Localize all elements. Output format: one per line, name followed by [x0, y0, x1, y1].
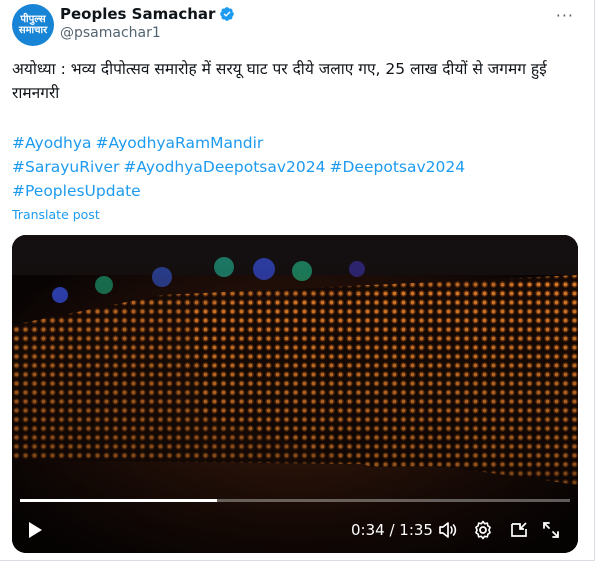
author-row: Peoples Samachar: [60, 5, 235, 23]
hashtag-link[interactable]: #AyodhyaRamMandir: [96, 134, 264, 152]
hashtags: #Ayodhya #AyodhyaRamMandir #SarayuRiver #A…: [12, 131, 572, 203]
avatar-text-bottom: समाचार: [18, 25, 48, 36]
volume-icon[interactable]: [437, 520, 457, 540]
hashtag-link[interactable]: #Ayodhya: [12, 134, 92, 152]
author-name[interactable]: Peoples Samachar: [60, 5, 215, 23]
video-controls: 0:34 / 1:35: [12, 507, 578, 553]
post-text: अयोध्या : भव्य दीपोत्सव समारोह में सरयू …: [12, 60, 547, 102]
fullscreen-exit-icon[interactable]: [509, 520, 529, 540]
video-frame-lamps: [12, 235, 578, 553]
expand-icon[interactable]: [541, 520, 561, 540]
post-card: पीपुल्स समाचार Peoples Samachar @psamach…: [0, 0, 595, 561]
video-time: 0:34 / 1:35: [351, 521, 433, 539]
video-player[interactable]: 0:34 / 1:35: [12, 235, 578, 553]
hashtag-link[interactable]: #AyodhyaDeepotsav2024: [123, 158, 325, 176]
translate-post-link[interactable]: Translate post: [12, 207, 100, 222]
hashtag-link[interactable]: #Deepotsav2024: [330, 158, 466, 176]
hashtag-link[interactable]: #PeoplesUpdate: [12, 182, 141, 200]
avatar-text-top: पीपुल्स: [20, 14, 46, 25]
author-handle[interactable]: @psamachar1: [60, 25, 161, 41]
play-icon[interactable]: [25, 520, 45, 540]
settings-icon[interactable]: [473, 520, 493, 540]
more-options-icon[interactable]: ···: [556, 6, 574, 25]
avatar[interactable]: पीपुल्स समाचार: [12, 4, 54, 46]
hashtag-link[interactable]: #SarayuRiver: [12, 158, 119, 176]
video-progress-bar[interactable]: [20, 499, 570, 502]
verified-badge-icon: [220, 7, 235, 21]
video-progress-fill: [20, 499, 217, 502]
